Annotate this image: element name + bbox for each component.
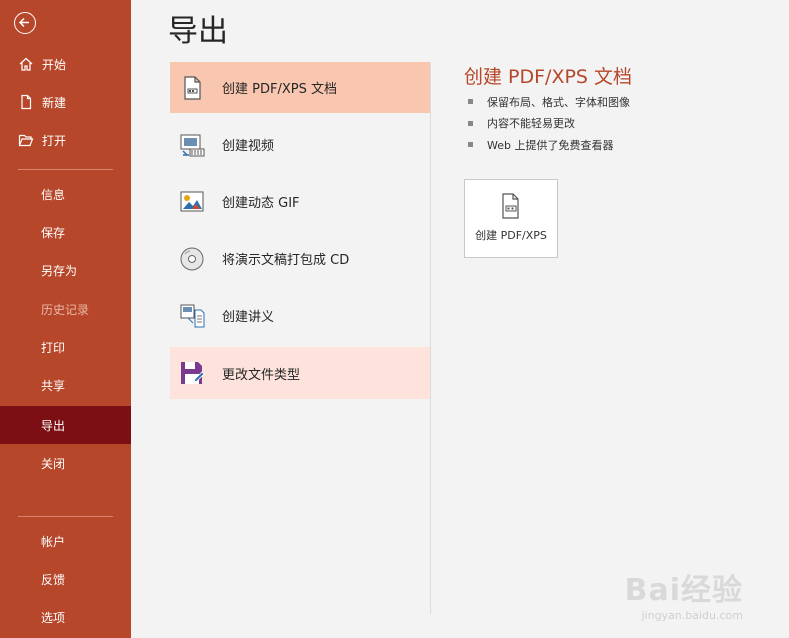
nav-options[interactable]: 选项 bbox=[0, 599, 131, 635]
nav-feedback-label: 反馈 bbox=[41, 572, 66, 587]
back-button[interactable] bbox=[14, 12, 36, 34]
nav-options-label: 选项 bbox=[41, 610, 66, 625]
export-option-label: 创建视频 bbox=[222, 139, 275, 154]
cd-icon bbox=[180, 247, 204, 270]
bullet-icon bbox=[468, 120, 473, 126]
export-option-label: 创建 PDF/XPS 文档 bbox=[222, 82, 337, 97]
nav-close-label: 关闭 bbox=[41, 456, 66, 471]
handout-icon bbox=[180, 304, 205, 327]
nav-save-label: 保存 bbox=[41, 225, 66, 240]
export-option-label: 更改文件类型 bbox=[222, 367, 301, 383]
export-option-label: 创建讲义 bbox=[222, 310, 275, 325]
nav-open[interactable]: 打开 bbox=[0, 122, 131, 158]
nav-export[interactable]: 导出 bbox=[0, 406, 131, 444]
new-document-icon bbox=[21, 94, 32, 110]
pdf-document-icon bbox=[184, 75, 201, 100]
nav-share[interactable]: 共享 bbox=[0, 367, 131, 403]
pdf-document-icon bbox=[502, 193, 519, 219]
open-folder-icon bbox=[18, 134, 34, 147]
nav-feedback[interactable]: 反馈 bbox=[0, 561, 131, 597]
nav-print-label: 打印 bbox=[41, 340, 66, 355]
export-option-label: 创建动态 GIF bbox=[222, 196, 300, 211]
export-option-change-file-type[interactable]: 更改文件类型 bbox=[170, 347, 430, 399]
nav-account[interactable]: 帐户 bbox=[0, 523, 131, 559]
detail-title: 创建 PDF/XPS 文档 bbox=[464, 66, 633, 88]
export-option-handout[interactable]: 创建讲义 bbox=[170, 290, 430, 341]
nav-save-as-label: 另存为 bbox=[41, 263, 78, 278]
nav-print[interactable]: 打印 bbox=[0, 329, 131, 365]
export-option-cd[interactable]: 将演示文稿打包成 CD bbox=[170, 233, 430, 284]
detail-bullets: 保留布局、格式、字体和图像 内容不能轻易更改 Web 上提供了免费查看器 bbox=[468, 91, 630, 156]
save-as-type-icon bbox=[181, 362, 205, 384]
export-option-pdf[interactable]: 创建 PDF/XPS 文档 bbox=[170, 62, 430, 113]
watermark: Bai经验 jingyan.baidu.com bbox=[625, 565, 743, 622]
video-icon bbox=[180, 134, 205, 156]
create-pdf-xps-button[interactable]: 创建 PDF/XPS bbox=[464, 179, 558, 258]
bullet-item: 内容不能轻易更改 bbox=[468, 113, 630, 135]
watermark-text: Bai经验 bbox=[624, 573, 743, 608]
page-title: 导出 bbox=[168, 14, 228, 49]
nav-history: 历史记录 bbox=[0, 291, 131, 327]
home-icon bbox=[19, 57, 33, 71]
nav-history-label: 历史记录 bbox=[41, 302, 90, 317]
nav-home[interactable]: 开始 bbox=[0, 46, 131, 82]
bullet-icon bbox=[468, 142, 473, 148]
bullet-item: Web 上提供了免费查看器 bbox=[468, 134, 630, 156]
nav-home-label: 开始 bbox=[42, 57, 67, 72]
nav-account-label: 帐户 bbox=[41, 534, 66, 549]
export-option-video[interactable]: 创建视频 bbox=[170, 119, 430, 170]
nav-new-label: 新建 bbox=[42, 95, 67, 110]
watermark-url: jingyan.baidu.com bbox=[641, 609, 743, 622]
bullet-icon bbox=[468, 99, 473, 105]
export-option-gif[interactable]: 创建动态 GIF bbox=[170, 176, 430, 227]
backstage-sidebar: 开始 新建 打开 信息 保存 另存为 历史记录 打印 共享 导出 关闭 帐户 反… bbox=[0, 0, 131, 638]
gif-image-icon bbox=[180, 191, 204, 211]
nav-new[interactable]: 新建 bbox=[0, 84, 131, 120]
nav-save-as[interactable]: 另存为 bbox=[0, 252, 131, 288]
bullet-text: 内容不能轻易更改 bbox=[487, 117, 575, 131]
panel-divider bbox=[430, 62, 431, 614]
create-pdf-xps-label: 创建 PDF/XPS bbox=[475, 229, 547, 242]
nav-info-label: 信息 bbox=[41, 187, 66, 202]
sidebar-divider bbox=[18, 516, 113, 517]
sidebar-divider bbox=[18, 169, 113, 170]
bullet-text: 保留布局、格式、字体和图像 bbox=[487, 95, 630, 109]
bullet-item: 保留布局、格式、字体和图像 bbox=[468, 91, 630, 113]
nav-share-label: 共享 bbox=[41, 378, 66, 393]
nav-open-label: 打开 bbox=[42, 133, 67, 148]
nav-close[interactable]: 关闭 bbox=[0, 445, 131, 481]
export-option-label: 将演示文稿打包成 CD bbox=[222, 253, 350, 268]
back-arrow-icon bbox=[18, 17, 29, 28]
bullet-text: Web 上提供了免费查看器 bbox=[487, 138, 614, 152]
nav-info[interactable]: 信息 bbox=[0, 176, 131, 212]
nav-save[interactable]: 保存 bbox=[0, 214, 131, 250]
nav-export-label: 导出 bbox=[41, 418, 66, 433]
